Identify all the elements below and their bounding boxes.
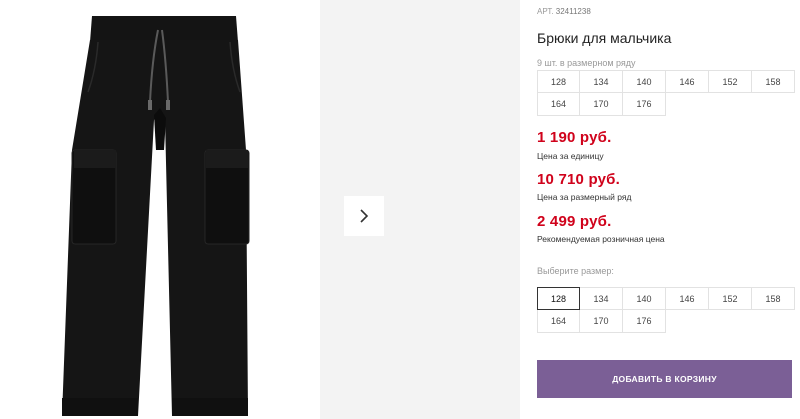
size-option-170[interactable]: 170: [580, 310, 623, 333]
size-option-134[interactable]: 134: [580, 287, 623, 310]
size-option-152[interactable]: 152: [709, 287, 752, 310]
series-size-cell: 158: [752, 70, 795, 93]
series-size-cell: 170: [580, 93, 623, 116]
chevron-right-icon: [360, 209, 369, 223]
add-to-cart-button[interactable]: ДОБАВИТЬ В КОРЗИНУ: [537, 360, 792, 398]
size-picker-grid: 128 134 140 146 152 158 164 170 176: [537, 287, 795, 333]
article-number: АРТ. 32411238: [537, 7, 591, 16]
series-note: 9 шт. в размерном ряду: [537, 58, 636, 68]
size-option-158[interactable]: 158: [752, 287, 795, 310]
gallery-next-button[interactable]: [344, 196, 384, 236]
article-prefix: АРТ.: [537, 7, 554, 16]
trousers-image: [62, 16, 250, 416]
retail-price-label: Рекомендуемая розничная цена: [537, 234, 665, 244]
unit-price: 1 190 руб.: [537, 129, 612, 146]
series-size-cell: 176: [623, 93, 666, 116]
series-size-cell: 140: [623, 70, 666, 93]
retail-price: 2 499 руб.: [537, 213, 612, 230]
series-size-cell: 134: [580, 70, 623, 93]
series-price-label: Цена за размерный ряд: [537, 192, 632, 202]
series-price: 10 710 руб.: [537, 171, 620, 188]
article-value: 32411238: [555, 7, 591, 16]
series-size-grid: 128 134 140 146 152 158 164 170 176: [537, 70, 795, 116]
size-option-164[interactable]: 164: [537, 310, 580, 333]
size-option-146[interactable]: 146: [666, 287, 709, 310]
series-size-cell: 152: [709, 70, 752, 93]
size-option-140[interactable]: 140: [623, 287, 666, 310]
size-option-176[interactable]: 176: [623, 310, 666, 333]
series-size-cell: 128: [537, 70, 580, 93]
product-title: Брюки для мальчика: [537, 30, 672, 46]
product-main-image: [0, 0, 310, 419]
unit-price-label: Цена за единицу: [537, 151, 604, 161]
series-size-cell: 164: [537, 93, 580, 116]
series-size-cell: 146: [666, 70, 709, 93]
size-picker-label: Выберите размер:: [537, 266, 614, 276]
size-option-128[interactable]: 128: [537, 287, 580, 310]
